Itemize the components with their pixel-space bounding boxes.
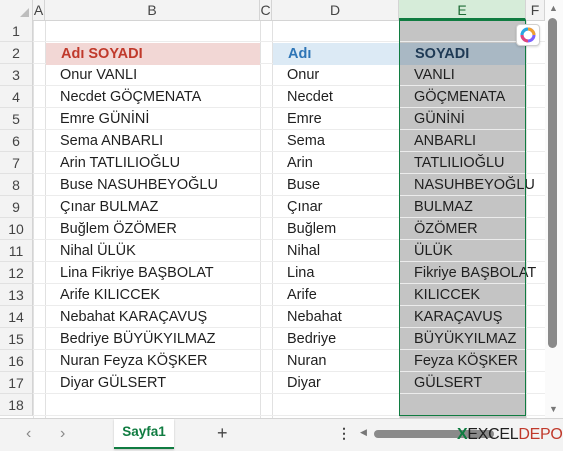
row-header[interactable]: 5 (0, 108, 33, 130)
cell-full-name[interactable]: Emre GÜNİNİ (60, 108, 149, 130)
cell-full-name[interactable]: Buğlem ÖZÖMER (60, 218, 177, 240)
exceldepo-logo: XEXCELDEPO (457, 426, 563, 444)
column-header-b[interactable]: B (45, 0, 260, 20)
row-header[interactable]: 17 (0, 372, 33, 394)
cell-first-name[interactable]: Lina (287, 262, 314, 284)
scroll-up-icon[interactable]: ▲ (549, 3, 558, 13)
row-header[interactable]: 13 (0, 284, 33, 306)
cell-first-name[interactable]: Bedriye (287, 328, 336, 350)
row-header[interactable]: 16 (0, 350, 33, 372)
gridline (272, 20, 273, 418)
column-header-d[interactable]: D (272, 0, 399, 20)
row-header[interactable]: 15 (0, 328, 33, 350)
cell-full-name[interactable]: Diyar GÜLSERT (60, 372, 166, 394)
row-header[interactable]: 2 (0, 42, 33, 64)
cell-first-name[interactable]: Nihal (287, 240, 320, 262)
row-header[interactable]: 11 (0, 240, 33, 262)
worksheet-grid[interactable]: A B C D E F 1 2 3 4 5 6 7 8 9 10 11 12 13 14 15 16 17 18 … (0, 0, 545, 418)
cell-first-name[interactable]: Necdet (287, 86, 333, 108)
cell-first-name[interactable]: Onur (287, 64, 319, 86)
vertical-scrollbar[interactable]: ▲ ▼ (545, 0, 563, 418)
cell-first-name[interactable]: Arin (287, 152, 313, 174)
row-header[interactable]: 12 (0, 262, 33, 284)
cell-full-name[interactable]: Buse NASUHBEYOĞLU (60, 174, 218, 196)
row-header[interactable]: 18 (0, 394, 33, 416)
more-options-icon[interactable]: ⋮ (337, 425, 351, 442)
gridline (45, 20, 46, 418)
row-header[interactable]: 1 (0, 20, 33, 42)
copilot-icon[interactable] (516, 24, 540, 46)
logo-depo: DEPO (518, 426, 563, 443)
header-cell-first-name[interactable]: Adı (273, 43, 399, 65)
scroll-down-icon[interactable]: ▼ (549, 404, 558, 414)
gridline (33, 20, 34, 418)
cell-first-name[interactable]: Arife (287, 284, 317, 306)
cell-full-name[interactable]: Bedriye BÜYÜKYILMAZ (60, 328, 216, 350)
cell-full-name[interactable]: Arife KILICCEK (60, 284, 160, 306)
column-header-bar: A B C D E F (0, 0, 545, 21)
column-header-a[interactable]: A (33, 0, 45, 20)
row-header[interactable]: 7 (0, 152, 33, 174)
cell-full-name[interactable]: Onur VANLI (60, 64, 137, 86)
cell-first-name[interactable]: Nebahat (287, 306, 342, 328)
cell-full-name[interactable]: Arin TATLILIOĞLU (60, 152, 180, 174)
cell-first-name[interactable]: Emre (287, 108, 322, 130)
cell-full-name[interactable]: Necdet GÖÇMENATA (60, 86, 201, 108)
add-sheet-button[interactable]: + (217, 423, 228, 444)
cell-full-name[interactable]: Nuran Feyza KÖŞKER (60, 350, 207, 372)
row-header[interactable]: 3 (0, 64, 33, 86)
cell-full-name[interactable]: Nebahat KARAÇAVUŞ (60, 306, 207, 328)
scroll-left-icon[interactable]: ◀ (360, 427, 367, 438)
cell-full-name[interactable]: Çınar BULMAZ (60, 196, 158, 218)
next-sheet-icon[interactable]: › (60, 425, 65, 443)
cell-first-name[interactable]: Diyar (287, 372, 321, 394)
previous-sheet-icon[interactable]: ‹ (26, 425, 31, 443)
cell-full-name[interactable]: Lina Fikriye BAŞBOLAT (60, 262, 214, 284)
cell-full-name[interactable]: Nihal ÜLÜK (60, 240, 136, 262)
selection-border (399, 20, 526, 416)
column-header-c[interactable]: C (260, 0, 272, 20)
vertical-scroll-thumb[interactable] (548, 18, 557, 348)
gridline (260, 20, 261, 418)
header-cell-full-name[interactable]: Adı SOYADI (46, 43, 260, 65)
cell-first-name[interactable]: Buse (287, 174, 320, 196)
cell-full-name[interactable]: Sema ANBARLI (60, 130, 163, 152)
cell-first-name[interactable]: Çınar (287, 196, 322, 218)
column-header-e[interactable]: E (399, 0, 526, 20)
row-header[interactable]: 6 (0, 130, 33, 152)
row-header[interactable]: 10 (0, 218, 33, 240)
cell-first-name[interactable]: Buğlem (287, 218, 336, 240)
row-header[interactable]: 9 (0, 196, 33, 218)
row-header[interactable]: 14 (0, 306, 33, 328)
row-header[interactable]: 8 (0, 174, 33, 196)
cell-first-name[interactable]: Nuran (287, 350, 327, 372)
column-header-f[interactable]: F (526, 0, 545, 20)
logo-excel: EXCEL (467, 426, 519, 443)
tab-sayfa1[interactable]: Sayfa1 (114, 419, 174, 449)
row-header[interactable]: 4 (0, 86, 33, 108)
cell-first-name[interactable]: Sema (287, 130, 325, 152)
logo-x: X (457, 426, 468, 443)
gridline (526, 20, 527, 418)
select-all-corner[interactable] (0, 0, 33, 20)
